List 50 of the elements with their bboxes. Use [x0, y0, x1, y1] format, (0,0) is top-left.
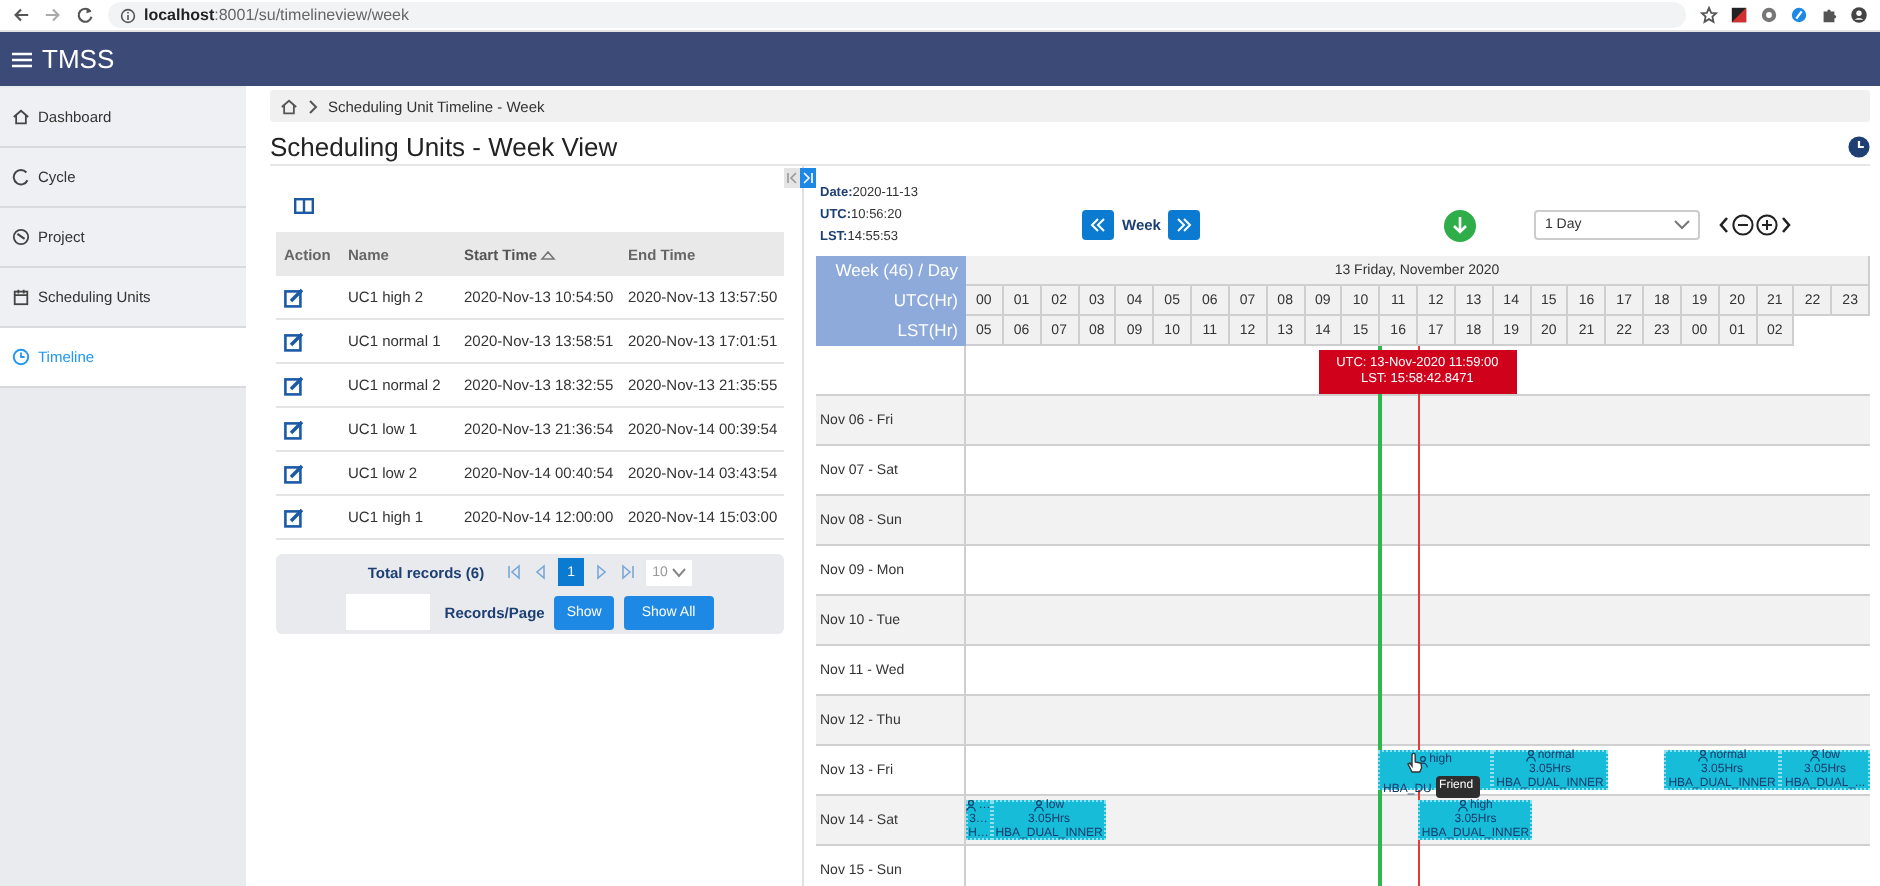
double-chevron-right-icon: [1176, 218, 1193, 232]
menu-icon[interactable]: [12, 51, 32, 67]
home-icon[interactable]: [280, 97, 298, 115]
caret-icon: [1674, 220, 1691, 230]
expand-icon: [802, 172, 814, 184]
edit-icon[interactable]: [284, 331, 304, 351]
next-week-button[interactable]: [1168, 210, 1201, 240]
circle-slash-icon: [12, 228, 30, 246]
collapse-icon: [786, 172, 798, 184]
hand-cursor-icon: [1405, 752, 1424, 774]
edit-icon[interactable]: [284, 463, 304, 483]
url-text[interactable]: localhost:8001/su/timelineview/week: [144, 6, 410, 24]
bookmark-star-icon[interactable]: [1700, 6, 1718, 24]
zoom-in-icon[interactable]: [1756, 214, 1779, 236]
caret-icon: [671, 567, 686, 577]
page-title: Scheduling Units - Week View: [270, 131, 618, 161]
edit-icon[interactable]: [284, 507, 304, 527]
chevron-left-icon[interactable]: [1718, 216, 1731, 234]
reload-icon[interactable]: [76, 6, 94, 24]
person-icon: [1034, 800, 1045, 812]
zoom-out-icon[interactable]: [1732, 214, 1755, 236]
calendar-icon: [12, 288, 30, 306]
double-chevron-left-icon: [1090, 218, 1106, 232]
person-icon: [1810, 750, 1821, 762]
column-toggle-icon[interactable]: [294, 198, 314, 214]
previous-week-button[interactable]: [1082, 210, 1114, 240]
edit-icon[interactable]: [284, 419, 304, 439]
week-day-label: Week (46) / Day: [833, 258, 958, 284]
sort-icon[interactable]: [539, 250, 556, 261]
person-icon: [966, 800, 977, 812]
clock-icon: [12, 348, 30, 366]
lst-row-label: LST(Hr): [895, 318, 958, 344]
clock-icon[interactable]: [1848, 135, 1870, 157]
profile-icon[interactable]: [1850, 6, 1868, 24]
app-title: TMSS: [42, 44, 115, 74]
person-icon: [1458, 800, 1469, 812]
edit-icon[interactable]: [284, 375, 304, 395]
utc-row-label: UTC(Hr): [891, 288, 958, 314]
download-icon[interactable]: [1444, 210, 1477, 242]
chevron-right-icon[interactable]: [1780, 216, 1793, 234]
back-arrow-icon[interactable]: [12, 6, 30, 24]
person-icon: [1697, 750, 1708, 762]
info-icon: [120, 7, 136, 23]
home-icon: [12, 108, 30, 126]
person-icon: [1525, 750, 1536, 762]
expand-button[interactable]: [800, 168, 816, 188]
chevron-right-icon: [308, 99, 318, 113]
extension-icon[interactable]: [1730, 6, 1748, 24]
puzzle-icon[interactable]: [1820, 6, 1838, 24]
edit-icon[interactable]: [284, 287, 304, 307]
